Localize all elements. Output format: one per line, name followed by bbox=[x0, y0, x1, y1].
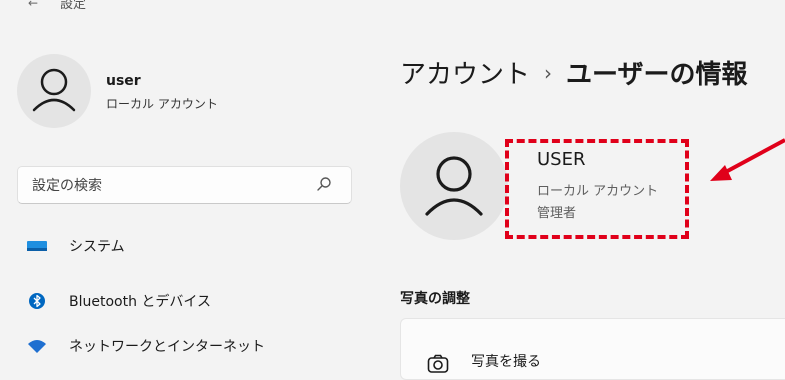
sidebar: user ローカル アカウント システム Bluetooth とデバイス ネット… bbox=[0, 12, 375, 363]
avatar bbox=[17, 54, 91, 128]
sidebar-item-bluetooth[interactable]: Bluetooth とデバイス bbox=[17, 283, 357, 319]
photo-section-heading: 写真の調整 bbox=[400, 291, 470, 307]
search-icon[interactable] bbox=[315, 175, 333, 193]
camera-icon bbox=[427, 354, 449, 373]
breadcrumb-separator-icon: › bbox=[544, 61, 553, 85]
sidebar-item-label: システム bbox=[69, 239, 125, 255]
annotation-arrow-icon bbox=[710, 138, 785, 181]
search-box[interactable] bbox=[17, 166, 352, 205]
breadcrumb-parent[interactable]: アカウント bbox=[400, 60, 530, 90]
sidebar-item-network[interactable]: ネットワークとインターネット bbox=[17, 328, 357, 364]
breadcrumb: アカウント › ユーザーの情報 bbox=[400, 54, 748, 91]
annotation-highlight-box bbox=[505, 139, 689, 239]
system-display-icon bbox=[27, 241, 47, 251]
sidebar-item-label: ネットワークとインターネット bbox=[69, 339, 265, 355]
window-title: 設定 bbox=[60, 0, 87, 12]
page-title: ユーザーの情報 bbox=[566, 60, 748, 90]
user-icon bbox=[425, 156, 483, 216]
search-input[interactable] bbox=[30, 167, 304, 205]
sidebar-user-name: user bbox=[106, 73, 141, 89]
sidebar-item-label: Bluetooth とデバイス bbox=[69, 294, 211, 310]
wifi-icon bbox=[28, 340, 46, 353]
user-icon bbox=[32, 68, 76, 112]
profile-avatar bbox=[400, 132, 508, 240]
title-bar: ← 設定 bbox=[0, 0, 785, 12]
bluetooth-icon bbox=[29, 293, 45, 309]
take-photo-card[interactable]: 写真を撮る bbox=[400, 318, 785, 380]
sidebar-item-system[interactable]: システム bbox=[17, 228, 357, 264]
take-photo-label: 写真を撮る bbox=[471, 354, 541, 370]
back-arrow-icon[interactable]: ← bbox=[28, 0, 38, 10]
sidebar-account-type: ローカル アカウント bbox=[106, 97, 218, 111]
